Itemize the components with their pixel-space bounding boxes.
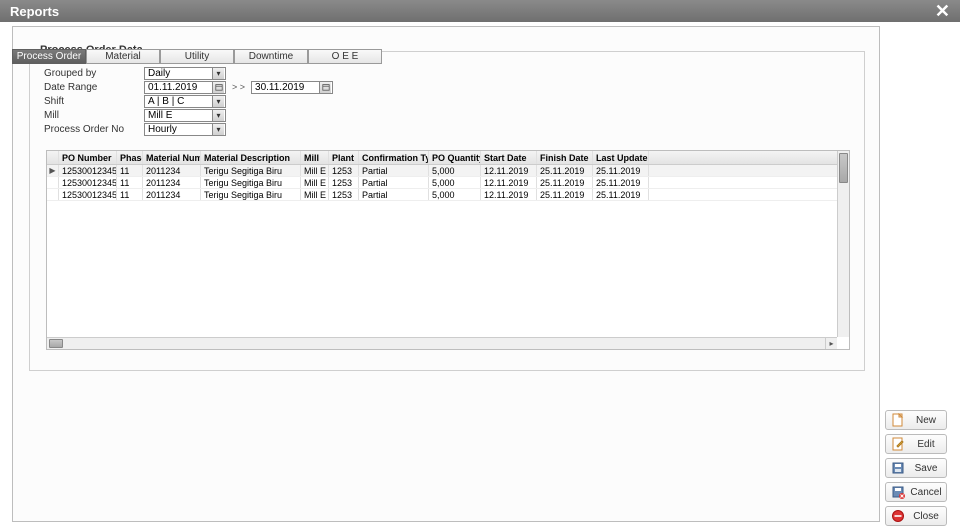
chevron-down-icon: ▾ [212,110,224,121]
chevron-down-icon: ▾ [212,68,224,79]
cancel-button[interactable]: Cancel [885,482,947,502]
table-row[interactable]: ▶125300123456112011234Terigu Segitiga Bi… [47,165,849,177]
table-row[interactable]: 125300123456112011234Terigu Segitiga Bir… [47,177,849,189]
col-plant[interactable]: Plant [329,151,359,164]
data-grid: PO Number Phase Material Number Material… [46,150,850,350]
select-mill[interactable]: Mill E ▾ [144,109,226,122]
calendar-icon [319,82,331,93]
select-grouped-by[interactable]: Daily ▾ [144,67,226,80]
row-indicator: ▶ [47,165,59,176]
scrollbar-thumb[interactable] [839,153,848,183]
horizontal-scrollbar[interactable]: ▸ [47,337,837,349]
main-panel: Process Order Data Grouped by Daily ▾ Da… [12,26,880,522]
col-po-number[interactable]: PO Number [59,151,117,164]
col-po-quantity[interactable]: PO Quantity [429,151,481,164]
tab-oee[interactable]: O E E [308,49,382,64]
save-icon [890,460,906,476]
reports-window: Reports ✕ Process Order Material Utility… [0,0,960,525]
chevron-down-icon: ▾ [212,124,224,135]
close-icon[interactable]: ✕ [935,2,950,20]
edit-icon [890,436,906,452]
scroll-right-icon[interactable]: ▸ [825,338,837,349]
chevron-down-icon: ▾ [212,96,224,107]
process-order-fieldset: Process Order Data Grouped by Daily ▾ Da… [29,51,865,371]
col-start-date[interactable]: Start Date [481,151,537,164]
new-icon [890,412,906,428]
tab-process-order[interactable]: Process Order [12,49,86,64]
tab-downtime[interactable]: Downtime [234,49,308,64]
grid-body: ▶125300123456112011234Terigu Segitiga Bi… [47,165,849,201]
close-icon [890,508,906,524]
range-separator: > > [232,82,245,92]
cancel-icon [890,484,906,500]
col-material-number[interactable]: Material Number [143,151,201,164]
date-to-input[interactable]: 30.11.2019 [251,81,333,94]
date-from-input[interactable]: 01.11.2019 [144,81,226,94]
row-indicator [47,177,59,188]
save-button[interactable]: Save [885,458,947,478]
label-date-range: Date Range [44,82,144,93]
col-finish-date[interactable]: Finish Date [537,151,593,164]
label-grouped-by: Grouped by [44,68,144,79]
scrollbar-thumb[interactable] [49,339,63,348]
table-row[interactable]: 125300123456112011234Terigu Segitiga Bir… [47,189,849,201]
col-confirmation-type[interactable]: Confirmation Type [359,151,429,164]
tab-utility[interactable]: Utility [160,49,234,64]
edit-button[interactable]: Edit [885,434,947,454]
col-material-description[interactable]: Material Description [201,151,301,164]
label-po-no: Process Order No [44,124,144,135]
col-mill[interactable]: Mill [301,151,329,164]
action-buttons: New Edit Save Cancel Close [885,410,947,526]
select-po-no[interactable]: Hourly ▾ [144,123,226,136]
vertical-scrollbar[interactable] [837,151,849,337]
grid-header: PO Number Phase Material Number Material… [47,151,849,165]
new-button[interactable]: New [885,410,947,430]
window-body: Process Order Material Utility Downtime … [0,22,960,525]
col-last-update[interactable]: Last Update [593,151,649,164]
col-phase[interactable]: Phase [117,151,143,164]
close-button[interactable]: Close [885,506,947,526]
filter-form: Grouped by Daily ▾ Date Range 01.11.2019 [44,66,333,136]
select-shift[interactable]: A | B | C ▾ [144,95,226,108]
calendar-icon [212,82,224,93]
window-title: Reports [10,4,59,19]
label-mill: Mill [44,110,144,121]
tabstrip: Process Order Material Utility Downtime … [12,49,382,64]
label-shift: Shift [44,96,144,107]
titlebar: Reports ✕ [0,0,960,22]
tab-material[interactable]: Material [86,49,160,64]
row-indicator [47,189,59,200]
